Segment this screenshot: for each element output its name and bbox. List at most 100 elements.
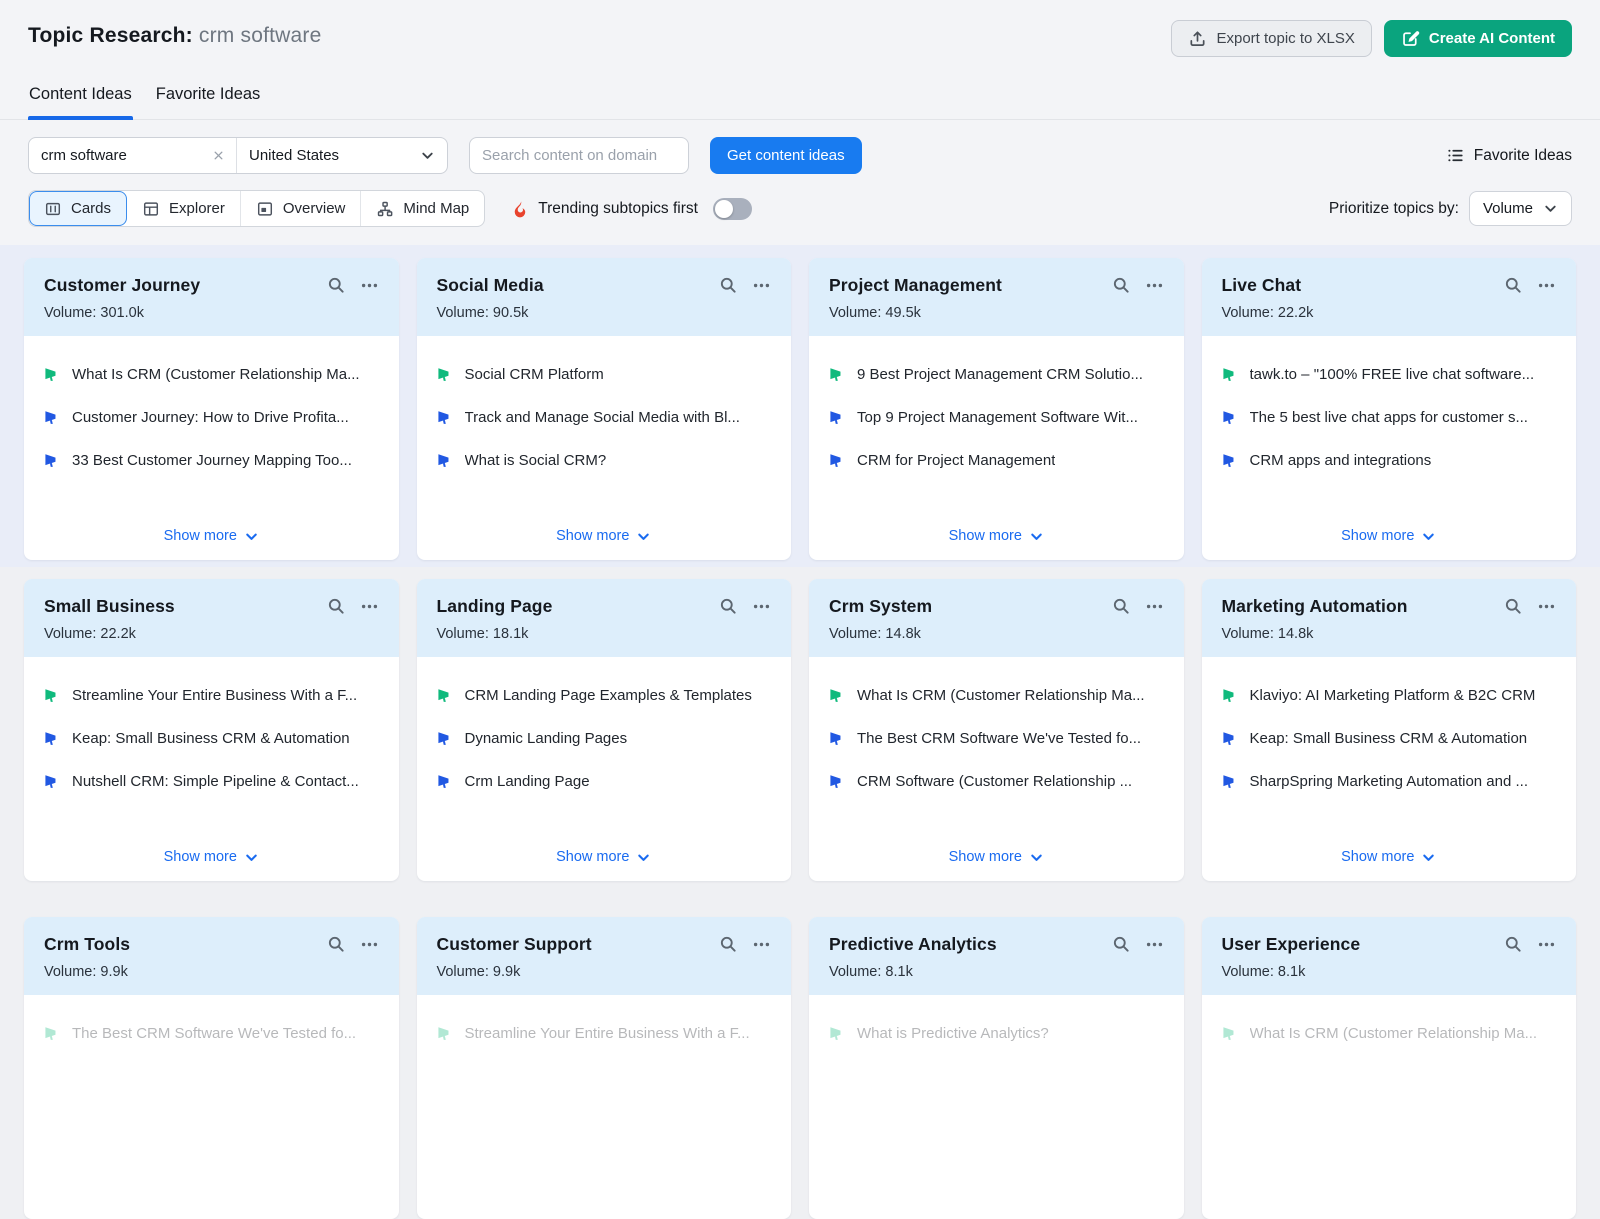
- toggle-knob: [715, 200, 733, 218]
- topic-card-body: Streamline Your Entire Business With a F…: [24, 657, 399, 881]
- country-select[interactable]: United States: [237, 138, 447, 173]
- search-topic-icon[interactable]: [1504, 935, 1523, 954]
- idea-item[interactable]: Keap: Small Business CRM & Automation: [1222, 730, 1557, 747]
- show-more-link[interactable]: Show more: [829, 849, 1164, 867]
- show-more-link[interactable]: Show more: [437, 849, 772, 867]
- view-label: Overview: [283, 200, 346, 217]
- trending-toggle[interactable]: [713, 198, 752, 220]
- idea-title: Top 9 Project Management Software Wit...: [857, 409, 1138, 426]
- idea-item[interactable]: The Best CRM Software We've Tested fo...: [829, 730, 1164, 747]
- export-topic-button[interactable]: Export topic to XLSX: [1171, 20, 1371, 57]
- search-topic-icon[interactable]: [1112, 935, 1131, 954]
- idea-item[interactable]: CRM Landing Page Examples & Templates: [437, 687, 772, 704]
- show-more-link[interactable]: Show more: [437, 528, 772, 546]
- search-topic-icon[interactable]: [327, 935, 346, 954]
- idea-item[interactable]: Streamline Your Entire Business With a F…: [44, 687, 379, 704]
- idea-item[interactable]: Crm Landing Page: [437, 773, 772, 790]
- idea-item[interactable]: Keap: Small Business CRM & Automation: [44, 730, 379, 747]
- show-more-link[interactable]: Show more: [1222, 528, 1557, 546]
- megaphone-icon: [437, 409, 454, 426]
- domain-search-input[interactable]: [469, 137, 689, 174]
- idea-item[interactable]: 9 Best Project Management CRM Solutio...: [829, 366, 1164, 383]
- show-more-link[interactable]: Show more: [44, 849, 379, 867]
- search-topic-icon[interactable]: [327, 276, 346, 295]
- keyword-input[interactable]: [41, 147, 205, 164]
- idea-item[interactable]: Streamline Your Entire Business With a F…: [437, 1025, 772, 1042]
- more-options-icon[interactable]: [360, 935, 379, 954]
- view-explorer[interactable]: Explorer: [127, 191, 241, 226]
- idea-item[interactable]: Klaviyo: AI Marketing Platform & B2C CRM: [1222, 687, 1557, 704]
- topic-card-header: Customer Support Volume: 9.9k: [417, 917, 792, 995]
- search-topic-icon[interactable]: [1112, 597, 1131, 616]
- more-options-icon[interactable]: [1145, 276, 1164, 295]
- search-topic-icon[interactable]: [1504, 597, 1523, 616]
- topic-card-title: Marketing Automation: [1222, 596, 1408, 617]
- page-header: Topic Research: crm software Export topi…: [0, 0, 1600, 120]
- clear-icon[interactable]: [211, 148, 226, 163]
- show-more-link[interactable]: Show more: [44, 528, 379, 546]
- idea-item[interactable]: Track and Manage Social Media with Bl...: [437, 409, 772, 426]
- more-options-icon[interactable]: [1145, 597, 1164, 616]
- more-options-icon[interactable]: [360, 276, 379, 295]
- idea-title: 9 Best Project Management CRM Solutio...: [857, 366, 1143, 383]
- export-topic-label: Export topic to XLSX: [1216, 30, 1354, 47]
- idea-item[interactable]: Nutshell CRM: Simple Pipeline & Contact.…: [44, 773, 379, 790]
- view-cards[interactable]: Cards: [29, 191, 127, 226]
- view-label: Explorer: [169, 200, 225, 217]
- search-topic-icon[interactable]: [1504, 276, 1523, 295]
- idea-item[interactable]: Social CRM Platform: [437, 366, 772, 383]
- idea-item[interactable]: Top 9 Project Management Software Wit...: [829, 409, 1164, 426]
- chevron-down-icon: [420, 148, 435, 163]
- topic-card-body: tawk.to – "100% FREE live chat software.…: [1202, 336, 1577, 560]
- more-options-icon[interactable]: [1537, 597, 1556, 616]
- topic-card-title: Live Chat: [1222, 275, 1302, 296]
- get-content-ideas-button[interactable]: Get content ideas: [710, 137, 862, 174]
- topic-card-body: What is Predictive Analytics?: [809, 995, 1184, 1219]
- idea-item[interactable]: What Is CRM (Customer Relationship Ma...: [1222, 1025, 1557, 1042]
- megaphone-icon: [1222, 409, 1239, 426]
- topic-volume: Volume: 9.9k: [44, 964, 379, 980]
- overview-icon: [256, 200, 274, 218]
- idea-item[interactable]: SharpSpring Marketing Automation and ...: [1222, 773, 1557, 790]
- idea-title: Klaviyo: AI Marketing Platform & B2C CRM: [1250, 687, 1536, 704]
- search-topic-icon[interactable]: [719, 276, 738, 295]
- favorite-ideas-link[interactable]: Favorite Ideas: [1446, 146, 1572, 165]
- topic-volume: Volume: 14.8k: [829, 626, 1164, 642]
- idea-item[interactable]: What is Predictive Analytics?: [829, 1025, 1164, 1042]
- search-topic-icon[interactable]: [719, 597, 738, 616]
- topic-card-header: User Experience Volume: 8.1k: [1202, 917, 1577, 995]
- idea-item[interactable]: What Is CRM (Customer Relationship Ma...: [829, 687, 1164, 704]
- idea-item[interactable]: The 5 best live chat apps for customer s…: [1222, 409, 1557, 426]
- view-mind-map[interactable]: Mind Map: [361, 191, 484, 226]
- idea-item[interactable]: What Is CRM (Customer Relationship Ma...: [44, 366, 379, 383]
- more-options-icon[interactable]: [752, 276, 771, 295]
- more-options-icon[interactable]: [1145, 935, 1164, 954]
- idea-item[interactable]: CRM for Project Management: [829, 452, 1164, 469]
- show-more-link[interactable]: Show more: [1222, 849, 1557, 867]
- idea-item[interactable]: 33 Best Customer Journey Mapping Too...: [44, 452, 379, 469]
- more-options-icon[interactable]: [752, 935, 771, 954]
- search-topic-icon[interactable]: [1112, 276, 1131, 295]
- search-topic-icon[interactable]: [327, 597, 346, 616]
- more-options-icon[interactable]: [1537, 935, 1556, 954]
- show-more-link[interactable]: Show more: [829, 528, 1164, 546]
- idea-item[interactable]: Dynamic Landing Pages: [437, 730, 772, 747]
- tab-favorite-ideas[interactable]: Favorite Ideas: [155, 85, 262, 119]
- idea-item[interactable]: tawk.to – "100% FREE live chat software.…: [1222, 366, 1557, 383]
- topic-card-header: Landing Page Volume: 18.1k: [417, 579, 792, 657]
- more-options-icon[interactable]: [1537, 276, 1556, 295]
- view-overview[interactable]: Overview: [241, 191, 362, 226]
- page-title-prefix: Topic Research:: [28, 24, 193, 47]
- more-options-icon[interactable]: [752, 597, 771, 616]
- idea-item[interactable]: What is Social CRM?: [437, 452, 772, 469]
- idea-item[interactable]: Customer Journey: How to Drive Profita..…: [44, 409, 379, 426]
- more-options-icon[interactable]: [360, 597, 379, 616]
- idea-item[interactable]: CRM apps and integrations: [1222, 452, 1557, 469]
- create-ai-content-button[interactable]: Create AI Content: [1384, 20, 1572, 57]
- tab-content-ideas[interactable]: Content Ideas: [28, 85, 133, 119]
- idea-item[interactable]: CRM Software (Customer Relationship ...: [829, 773, 1164, 790]
- idea-title: tawk.to – "100% FREE live chat software.…: [1250, 366, 1535, 383]
- idea-item[interactable]: The Best CRM Software We've Tested fo...: [44, 1025, 379, 1042]
- prioritize-select[interactable]: Volume: [1469, 191, 1572, 226]
- search-topic-icon[interactable]: [719, 935, 738, 954]
